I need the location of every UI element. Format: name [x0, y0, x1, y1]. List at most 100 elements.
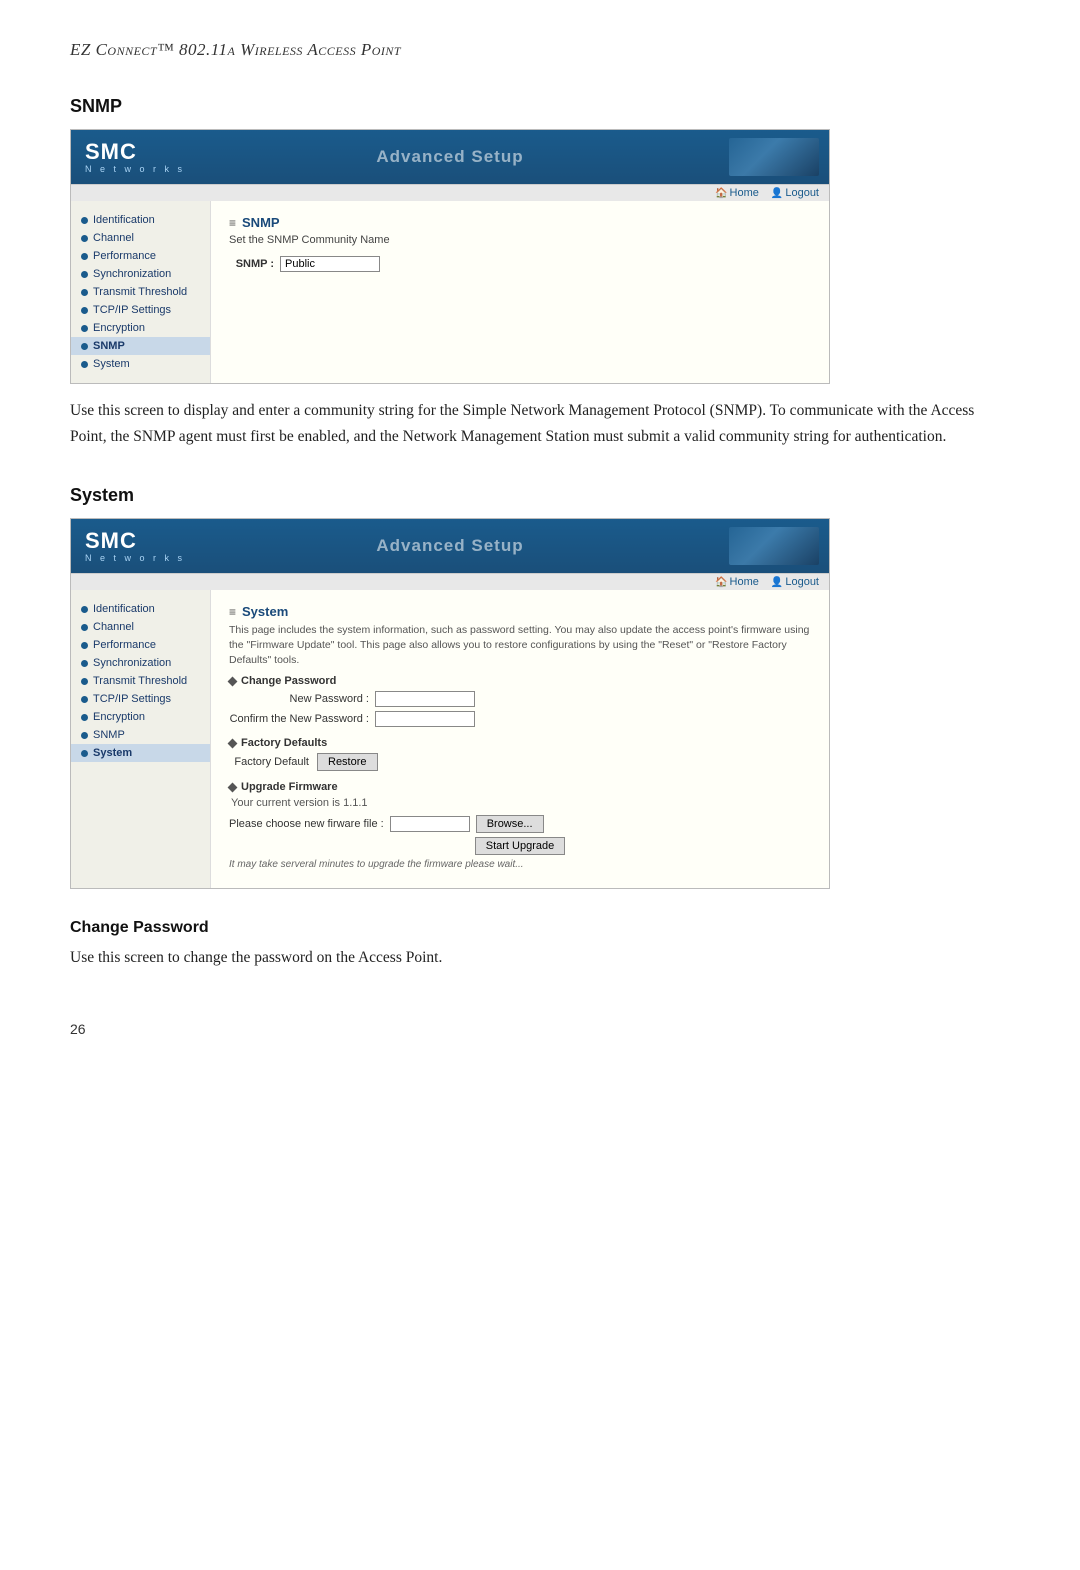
sidebar-label-transmit-threshold: Transmit Threshold [93, 286, 187, 298]
dot-icon [81, 696, 88, 703]
system-panel: SMC N e t w o r k s Advanced Setup 🏠 Hom… [70, 518, 830, 889]
dot-icon [81, 361, 88, 368]
dot-icon [81, 642, 88, 649]
firmware-file-input[interactable] [390, 816, 470, 832]
sys-sidebar-label-transmit-threshold: Transmit Threshold [93, 675, 187, 687]
dot-icon [81, 660, 88, 667]
header-title: EZ Connect™ 802.11a Wireless Access Poin… [70, 40, 401, 59]
page-number: 26 [70, 1021, 1010, 1037]
version-text: Your current version is 1.1.1 [229, 797, 811, 809]
sidebar-item-channel[interactable]: Channel [71, 229, 210, 247]
sys-sidebar-label-synchronization: Synchronization [93, 657, 171, 669]
sidebar-item-snmp[interactable]: SNMP [71, 337, 210, 355]
snmp-smc-logo-text: SMC [85, 141, 137, 163]
sidebar-item-performance[interactable]: Performance [71, 247, 210, 265]
home-icon: 🏠 [715, 577, 727, 588]
sidebar-item-synchronization[interactable]: Synchronization [71, 265, 210, 283]
sys-sidebar-snmp[interactable]: SNMP [71, 726, 210, 744]
sys-sidebar-system[interactable]: System [71, 744, 210, 762]
dot-icon [81, 253, 88, 260]
system-section-title: System [70, 485, 1010, 506]
sys-sidebar-label-identification: Identification [93, 603, 155, 615]
snmp-content-title: ≡ SNMP [229, 215, 811, 230]
snmp-section-title: SNMP [70, 96, 1010, 117]
sidebar-item-identification[interactable]: Identification [71, 211, 210, 229]
browse-button[interactable]: Browse... [476, 815, 544, 833]
dot-icon [81, 289, 88, 296]
snmp-advanced-setup-title: Advanced Setup [376, 147, 523, 167]
snmp-panel-body: Identification Channel Performance Synch… [71, 201, 829, 383]
new-password-label: New Password : [229, 693, 369, 705]
page-header: EZ Connect™ 802.11a Wireless Access Poin… [70, 40, 1010, 60]
sys-sidebar-synchronization[interactable]: Synchronization [71, 654, 210, 672]
snmp-title-icon: ≡ [229, 216, 236, 230]
snmp-main-content: ≡ SNMP Set the SNMP Community Name SNMP … [211, 201, 829, 383]
snmp-home-label: Home [730, 187, 759, 199]
dot-icon [81, 271, 88, 278]
firmware-file-label: Please choose new firware file : [229, 818, 384, 830]
dot-icon [81, 343, 88, 350]
sidebar-item-encryption[interactable]: Encryption [71, 319, 210, 337]
start-upgrade-row: Start Upgrade [229, 837, 811, 855]
system-logout-label: Logout [785, 576, 819, 588]
sys-sidebar-transmit-threshold[interactable]: Transmit Threshold [71, 672, 210, 690]
snmp-smc-networks: N e t w o r k s [85, 164, 185, 174]
sys-sidebar-channel[interactable]: Channel [71, 618, 210, 636]
sidebar-item-transmit-threshold[interactable]: Transmit Threshold [71, 283, 210, 301]
snmp-sidebar: Identification Channel Performance Synch… [71, 201, 211, 383]
system-content-desc: This page includes the system informatio… [229, 623, 811, 667]
sidebar-label-system: System [93, 358, 130, 370]
new-password-input[interactable] [375, 691, 475, 707]
sys-sidebar-label-encryption: Encryption [93, 711, 145, 723]
dot-icon [81, 235, 88, 242]
dot-icon [81, 714, 88, 721]
system-logout-link[interactable]: 👤 Logout [771, 576, 819, 588]
upgrade-firmware-subsection: Upgrade Firmware [229, 781, 811, 793]
sys-sidebar-performance[interactable]: Performance [71, 636, 210, 654]
snmp-field-input[interactable] [280, 256, 380, 272]
confirm-password-row: Confirm the New Password : [229, 711, 811, 727]
snmp-home-link[interactable]: 🏠 Home [715, 187, 759, 199]
sidebar-item-tcpip[interactable]: TCP/IP Settings [71, 301, 210, 319]
upgrade-firmware-label: Upgrade Firmware [241, 781, 338, 793]
system-panel-body: Identification Channel Performance Synch… [71, 590, 829, 888]
sys-sidebar-encryption[interactable]: Encryption [71, 708, 210, 726]
sys-sidebar-identification[interactable]: Identification [71, 600, 210, 618]
snmp-panel: SMC N e t w o r k s Advanced Setup 🏠 Hom… [70, 129, 830, 384]
dot-icon [81, 325, 88, 332]
sidebar-label-encryption: Encryption [93, 322, 145, 334]
sys-sidebar-label-channel: Channel [93, 621, 134, 633]
sys-sidebar-tcpip[interactable]: TCP/IP Settings [71, 690, 210, 708]
diamond-icon [228, 782, 238, 792]
dot-icon [81, 732, 88, 739]
system-home-link[interactable]: 🏠 Home [715, 576, 759, 588]
change-password-bottom-title: Change Password [70, 919, 1010, 937]
start-upgrade-button[interactable]: Start Upgrade [475, 837, 565, 855]
snmp-nav-bar: 🏠 Home 👤 Logout [71, 184, 829, 201]
upgrade-note: It may take serveral minutes to upgrade … [229, 859, 811, 870]
sys-sidebar-label-performance: Performance [93, 639, 156, 651]
restore-button[interactable]: Restore [317, 753, 378, 771]
confirm-password-label: Confirm the New Password : [229, 713, 369, 725]
system-smc-logo: SMC N e t w o r k s [85, 530, 185, 563]
sidebar-label-performance: Performance [93, 250, 156, 262]
bottom-section: Change Password Use this screen to chang… [70, 919, 1010, 971]
sys-sidebar-label-system: System [93, 747, 132, 759]
confirm-password-input[interactable] [375, 711, 475, 727]
new-password-row: New Password : [229, 691, 811, 707]
logout-icon: 👤 [771, 577, 783, 588]
system-smc-networks: N e t w o r k s [85, 553, 185, 563]
sidebar-item-system[interactable]: System [71, 355, 210, 373]
dot-icon [81, 217, 88, 224]
sidebar-label-snmp: SNMP [93, 340, 125, 352]
change-password-bottom-desc: Use this screen to change the password o… [70, 945, 1010, 971]
snmp-logout-link[interactable]: 👤 Logout [771, 187, 819, 199]
factory-row: Factory Default Restore [229, 753, 811, 771]
snmp-smc-logo: SMC N e t w o r k s [85, 141, 185, 174]
snmp-field-row: SNMP : [229, 256, 811, 272]
home-icon: 🏠 [715, 188, 727, 199]
system-title-icon: ≡ [229, 605, 236, 619]
system-advanced-setup-title: Advanced Setup [376, 536, 523, 556]
sys-sidebar-label-snmp: SNMP [93, 729, 125, 741]
firmware-file-row: Please choose new firware file : Browse.… [229, 815, 811, 833]
